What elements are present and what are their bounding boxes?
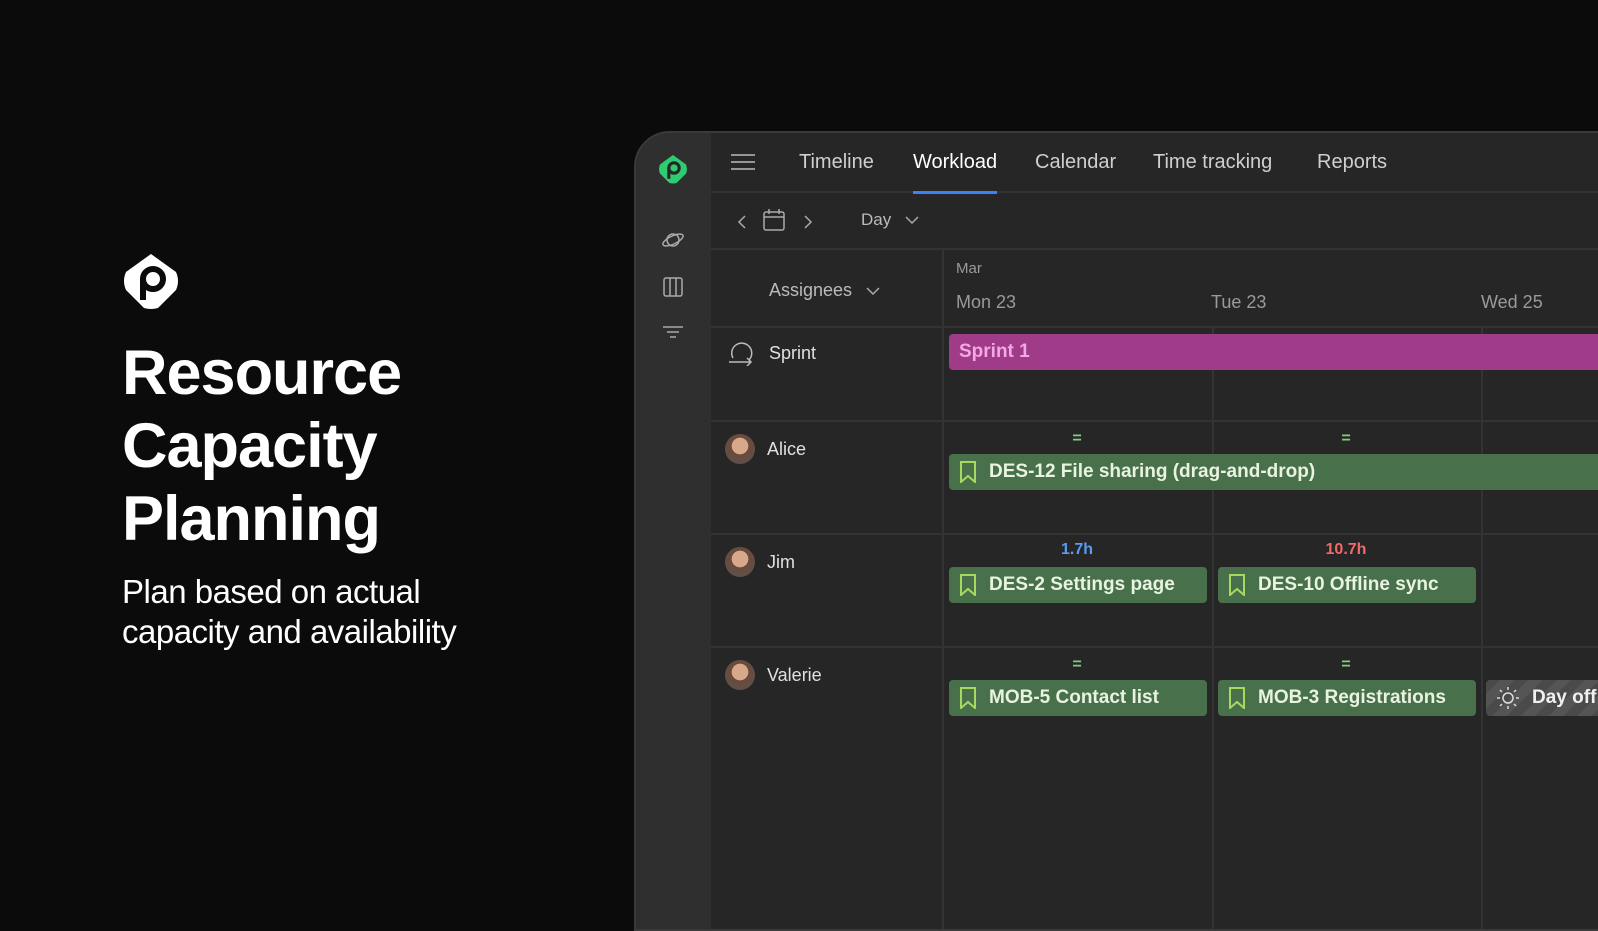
sidebar <box>636 133 711 929</box>
tab-timeline[interactable]: Timeline <box>799 151 874 191</box>
chevron-down-icon <box>866 286 880 295</box>
assignee-row-alice: Alice = = DES-12 File sharing (drag-and-… <box>711 422 1598 535</box>
board-icon[interactable] <box>660 274 686 300</box>
task-bar[interactable]: DES-12 File sharing (drag-and-drop) <box>949 454 1598 490</box>
assignee-name: Alice <box>767 438 807 459</box>
tab-calendar[interactable]: Calendar <box>1035 151 1116 191</box>
tab-time-tracking[interactable]: Time tracking <box>1153 151 1272 191</box>
tab-bar: Timeline Workload Calendar Time tracking… <box>711 133 1598 194</box>
sprint-bar[interactable]: Sprint 1 <box>949 334 1598 370</box>
sprint-row: Sprint Sprint 1 <box>711 328 1598 422</box>
task-bar[interactable]: DES-2 Settings page <box>949 567 1207 603</box>
tab-reports[interactable]: Reports <box>1317 151 1387 191</box>
day-header: Mon 23 <box>956 292 1017 312</box>
toolbar: Day <box>711 193 1598 250</box>
task-bar[interactable]: MOB-5 Contact list <box>949 680 1207 716</box>
task-title: MOB-5 Contact list <box>989 687 1159 708</box>
tab-workload[interactable]: Workload <box>913 151 998 194</box>
avatar <box>725 547 755 577</box>
avatar <box>725 434 755 464</box>
task-title: DES-2 Settings page <box>989 574 1175 595</box>
app-logo-icon[interactable] <box>658 154 688 184</box>
avatar <box>725 660 755 690</box>
assignee-name: Jim <box>767 551 795 572</box>
calendar-icon[interactable] <box>763 209 785 231</box>
month-label: Mar <box>956 260 982 277</box>
assignee-row-jim: Jim 1.7h 10.7h DES-2 Settings page DES-1… <box>711 535 1598 648</box>
task-bar[interactable]: MOB-3 Registrations <box>1218 680 1476 716</box>
day-header: Tue 23 <box>1211 292 1267 312</box>
bookmark-icon <box>960 461 976 483</box>
row-label: Sprint <box>769 342 817 363</box>
bookmark-icon <box>960 574 976 596</box>
planet-icon[interactable] <box>660 227 686 253</box>
logo-icon <box>124 254 178 309</box>
hero-subtitle: Plan based on actual capacity and availa… <box>122 573 457 650</box>
task-title: DES-10 Offline sync <box>1258 574 1439 595</box>
sun-icon <box>1497 687 1519 709</box>
menu-icon[interactable] <box>731 153 755 171</box>
hero: Resource Capacity Planning Plan based on… <box>122 252 522 652</box>
chevron-down-icon <box>905 216 919 224</box>
sprint-icon <box>729 342 753 366</box>
prev-icon[interactable] <box>737 215 747 229</box>
bookmark-icon <box>1229 574 1245 596</box>
view-select[interactable]: Day <box>861 210 919 230</box>
day-off-bar[interactable]: Day off <box>1486 680 1598 716</box>
next-icon[interactable] <box>803 215 813 229</box>
group-by-select[interactable]: Assignees <box>769 280 880 301</box>
capacity-hours: 1.7h <box>1060 541 1093 558</box>
grid-header: Assignees Mar Mon 23 Tue 23 Wed 25 <box>711 250 1598 328</box>
day-off-label: Day off <box>1532 687 1597 708</box>
assignee-row-valerie: Valerie = = MOB-5 Contact list MOB-3 Reg… <box>711 648 1598 929</box>
capacity-indicator: = <box>1341 656 1351 673</box>
capacity-indicator: = <box>1072 430 1082 447</box>
view-label: Day <box>861 210 892 229</box>
capacity-indicator: = <box>1072 656 1082 673</box>
assignee-name: Valerie <box>767 664 822 685</box>
task-title: MOB-3 Registrations <box>1258 687 1446 708</box>
app-window: Timeline Workload Calendar Time tracking… <box>634 131 1598 931</box>
task-title: DES-12 File sharing (drag-and-drop) <box>989 461 1316 482</box>
day-header: Wed 25 <box>1481 292 1543 312</box>
group-by-label: Assignees <box>769 280 853 300</box>
bookmark-icon <box>960 687 976 709</box>
filter-icon[interactable] <box>660 319 686 345</box>
capacity-hours: 10.7h <box>1325 541 1367 558</box>
task-bar[interactable]: DES-10 Offline sync <box>1218 567 1476 603</box>
bookmark-icon <box>1229 687 1245 709</box>
capacity-indicator: = <box>1341 430 1351 447</box>
hero-title: Resource Capacity Planning <box>122 338 402 554</box>
